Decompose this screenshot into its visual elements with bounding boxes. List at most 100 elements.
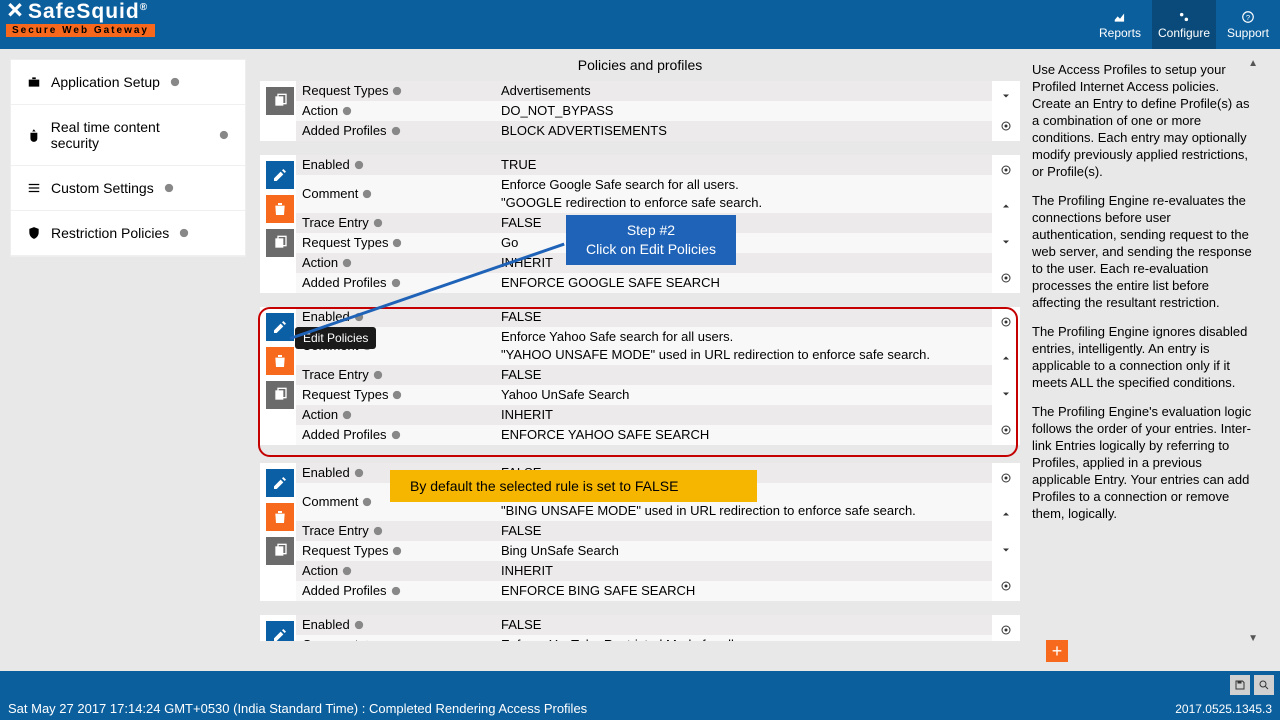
field-value: Enforce Yahoo Safe search for all users. — [501, 329, 733, 344]
move-up-button[interactable] — [996, 505, 1016, 523]
trash-icon — [272, 201, 288, 217]
pencil-icon — [272, 167, 288, 183]
expand-button[interactable] — [996, 541, 1016, 559]
field-label: Request Types — [302, 234, 388, 252]
sidebar-item-restriction-policies[interactable]: Restriction Policies — [11, 211, 245, 256]
target-button[interactable] — [996, 469, 1016, 487]
target-button[interactable] — [996, 313, 1016, 331]
info-icon — [373, 370, 383, 380]
chevron-down-icon — [1000, 388, 1012, 400]
field-label: Trace Entry — [302, 366, 369, 384]
move-up-button[interactable] — [996, 197, 1016, 215]
help-icon: ? — [1240, 10, 1256, 24]
field-label: Action — [302, 406, 338, 424]
save-button[interactable] — [1230, 675, 1250, 695]
brand-reg: ® — [140, 2, 148, 13]
target-icon — [1000, 472, 1012, 484]
info-icon — [342, 566, 352, 576]
scroll-up-icon[interactable]: ▲ — [1248, 55, 1258, 72]
scroll-down-icon[interactable]: ▼ — [1248, 630, 1258, 647]
callout-line: Step #2 — [627, 222, 675, 238]
expand-button[interactable] — [996, 87, 1016, 105]
trash-icon — [272, 353, 288, 369]
edit-button[interactable] — [266, 161, 294, 189]
target-button[interactable] — [996, 421, 1016, 439]
sidebar-label: Restriction Policies — [51, 225, 169, 241]
edit-button[interactable] — [266, 621, 294, 641]
info-icon — [354, 468, 364, 478]
field-label: Trace Entry — [302, 214, 369, 232]
target-button[interactable] — [996, 577, 1016, 595]
clone-button[interactable] — [266, 229, 294, 257]
search-button[interactable] — [1254, 675, 1274, 695]
info-icon — [392, 390, 402, 400]
chevron-up-icon — [1000, 200, 1012, 212]
policy-entry: EnabledFALSE CommentEnforce YouTube Rest… — [260, 615, 1020, 641]
sidebar: Application Setup Real time content secu… — [0, 49, 256, 653]
field-value: Yahoo UnSafe Search — [501, 386, 992, 404]
target-button[interactable] — [996, 117, 1016, 135]
target-button[interactable] — [996, 161, 1016, 179]
info-icon — [342, 410, 352, 420]
sidebar-item-application-setup[interactable]: Application Setup — [11, 60, 245, 105]
info-icon — [170, 77, 180, 87]
add-entry-button[interactable]: + — [1046, 640, 1068, 662]
field-label: Request Types — [302, 386, 388, 404]
info-icon — [392, 546, 402, 556]
chevron-down-icon — [1000, 544, 1012, 556]
nav-support[interactable]: ? Support — [1216, 0, 1280, 49]
copy-icon — [272, 235, 288, 251]
move-up-button[interactable] — [996, 349, 1016, 367]
pencil-icon — [272, 319, 288, 335]
info-icon — [354, 160, 364, 170]
sidebar-item-content-security[interactable]: Real time content security — [11, 105, 245, 166]
field-label: Enabled — [302, 156, 350, 174]
field-label: Added Profiles — [302, 122, 387, 140]
bug-icon — [27, 128, 41, 142]
field-value: "BING UNSAFE MODE" used in URL redirecti… — [501, 503, 916, 518]
field-value: ENFORCE YAHOO SAFE SEARCH — [501, 426, 992, 444]
info-icon — [391, 586, 401, 596]
sidebar-item-custom-settings[interactable]: Custom Settings — [11, 166, 245, 211]
info-icon — [362, 189, 372, 199]
info-icon — [362, 497, 372, 507]
field-label: Enabled — [302, 464, 350, 482]
field-label: Trace Entry — [302, 522, 369, 540]
delete-button[interactable] — [266, 503, 294, 531]
delete-button[interactable] — [266, 347, 294, 375]
target-button[interactable] — [996, 621, 1016, 639]
nav-label: Reports — [1099, 26, 1141, 40]
version-text: 2017.0525.1345.3 — [1175, 702, 1272, 716]
field-label: Added Profiles — [302, 582, 387, 600]
field-value: BLOCK ADVERTISEMENTS — [501, 122, 992, 140]
info-icon — [362, 341, 372, 351]
target-button[interactable] — [996, 269, 1016, 287]
target-icon — [1000, 580, 1012, 592]
nav-reports[interactable]: Reports — [1088, 0, 1152, 49]
copy-icon — [272, 543, 288, 559]
field-value: DO_NOT_BYPASS — [501, 102, 992, 120]
svg-text:?: ? — [1246, 12, 1250, 21]
status-text: Sat May 27 2017 17:14:24 GMT+0530 (India… — [8, 701, 587, 716]
field-value: Bing UnSafe Search — [501, 542, 992, 560]
nav-label: Support — [1227, 26, 1269, 40]
help-text: The Profiling Engine's evaluation logic … — [1032, 403, 1254, 522]
info-icon — [179, 228, 189, 238]
copy-icon — [272, 93, 288, 109]
clone-button[interactable] — [266, 87, 294, 115]
nav-configure[interactable]: Configure — [1152, 0, 1216, 49]
policy-entry: Request TypesAdvertisements ActionDO_NOT… — [260, 81, 1020, 141]
clone-button[interactable] — [266, 381, 294, 409]
delete-button[interactable] — [266, 195, 294, 223]
field-label: Added Profiles — [302, 274, 387, 292]
field-value: FALSE — [501, 366, 992, 384]
target-icon — [1000, 624, 1012, 636]
chevron-down-icon — [1000, 90, 1012, 102]
field-value: Enforce YouTube Restricted Mode for all … — [501, 636, 992, 641]
policy-entry: EnabledFALSE CommentEnforce Yahoo Safe s… — [260, 307, 1020, 445]
save-icon — [1234, 679, 1246, 691]
expand-button[interactable] — [996, 233, 1016, 251]
edit-button[interactable] — [266, 469, 294, 497]
clone-button[interactable] — [266, 537, 294, 565]
expand-button[interactable] — [996, 385, 1016, 403]
